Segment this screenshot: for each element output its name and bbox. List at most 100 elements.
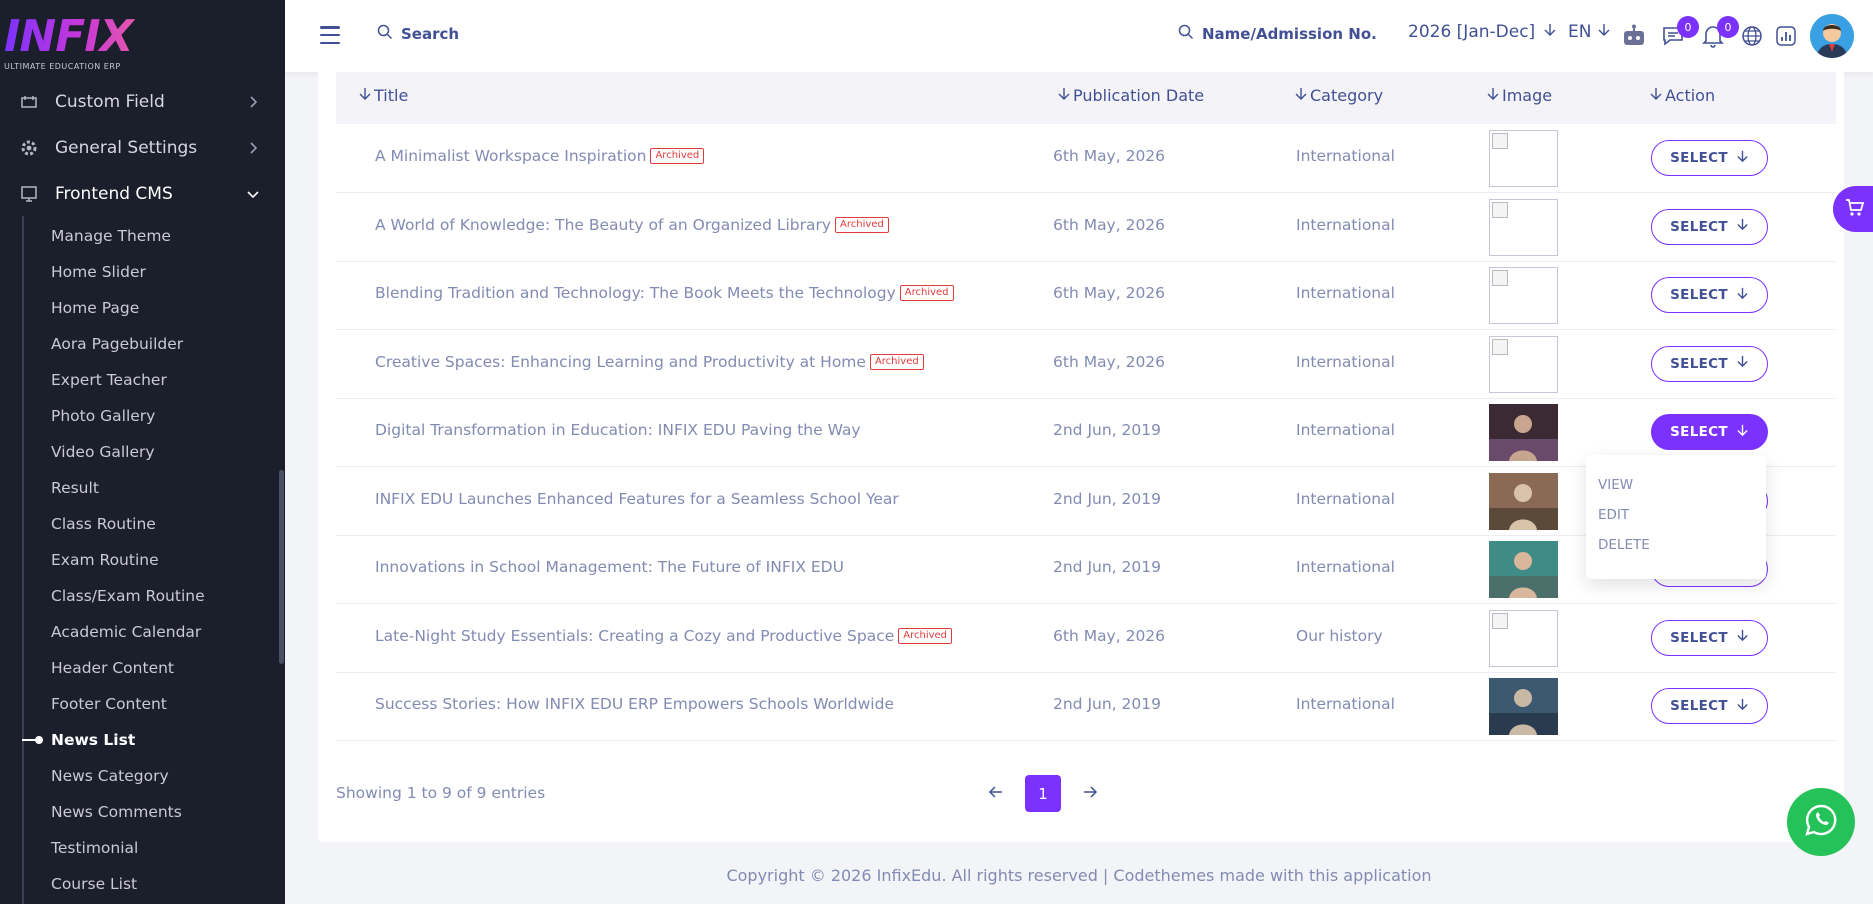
- pagination-next-icon[interactable]: [1081, 783, 1099, 801]
- col-action-header[interactable]: Action: [1649, 86, 1715, 105]
- news-title[interactable]: A Minimalist Workspace Inspiration Archiv…: [375, 147, 705, 165]
- news-title[interactable]: Success Stories: How INFIX EDU ERP Empow…: [375, 695, 894, 713]
- submenu-item-photo-gallery[interactable]: Photo Gallery: [51, 406, 155, 426]
- menu-toggle-button[interactable]: [319, 26, 341, 44]
- news-title[interactable]: Innovations in School Management: The Fu…: [375, 558, 844, 576]
- select-button[interactable]: SELECT: [1651, 208, 1768, 245]
- logo-text: INFIX: [4, 14, 144, 60]
- submenu-item-manage-theme[interactable]: Manage Theme: [51, 226, 171, 246]
- sidebar-item-custom-field[interactable]: Custom Field: [0, 81, 285, 123]
- reports-icon[interactable]: [1772, 22, 1800, 50]
- submenu-item-news-list[interactable]: News List: [51, 730, 135, 750]
- news-title[interactable]: Blending Tradition and Technology: The B…: [375, 284, 954, 302]
- select-button[interactable]: SELECT: [1651, 140, 1768, 176]
- news-title[interactable]: Digital Transformation in Education: INF…: [375, 421, 861, 439]
- sidebar: INFIX ULTIMATE EDUCATION ERP Custom Fiel…: [0, 0, 285, 904]
- robot-icon[interactable]: [1620, 22, 1648, 50]
- language-value: EN: [1568, 22, 1592, 42]
- submenu-item-news-comments[interactable]: News Comments: [51, 802, 182, 822]
- dropdown-item-delete[interactable]: DELETE: [1598, 537, 1650, 553]
- submenu-item-academic-calendar[interactable]: Academic Calendar: [51, 622, 201, 642]
- logo[interactable]: INFIX ULTIMATE EDUCATION ERP: [4, 14, 144, 76]
- broken-image-icon: [1489, 267, 1558, 324]
- student-search-box[interactable]: Name/Admission No.: [1178, 24, 1377, 44]
- col-image-header[interactable]: Image: [1486, 86, 1552, 105]
- publication-date: 2nd Jun, 2019: [1053, 421, 1161, 439]
- broken-image-icon: [1489, 335, 1558, 393]
- academic-year-select[interactable]: 2026 [Jan-Dec]: [1408, 22, 1557, 42]
- col-date-header[interactable]: Publication Date: [1057, 86, 1204, 105]
- submenu-item-expert-teacher[interactable]: Expert Teacher: [51, 370, 167, 390]
- submenu-item-footer-content[interactable]: Footer Content: [51, 694, 167, 714]
- category: International: [1296, 421, 1395, 439]
- news-title[interactable]: INFIX EDU Launches Enhanced Features for…: [375, 490, 899, 508]
- arrow-down-icon: [1736, 629, 1749, 646]
- submenu-item-home-slider[interactable]: Home Slider: [51, 262, 146, 282]
- submenu-item-result[interactable]: Result: [51, 478, 99, 498]
- submenu-item-exam-routine[interactable]: Exam Routine: [51, 550, 159, 570]
- select-button-label: SELECT: [1670, 218, 1728, 235]
- news-title-text: Innovations in School Management: The Fu…: [375, 558, 844, 576]
- col-title-header[interactable]: Title: [358, 86, 408, 105]
- active-indicator-dot: [35, 736, 43, 744]
- archived-badge: Archived: [650, 148, 705, 164]
- select-button[interactable]: SELECT: [1651, 345, 1768, 382]
- arrow-down-icon: [1736, 150, 1749, 167]
- globe-icon[interactable]: [1738, 22, 1766, 50]
- news-thumbnail: [1489, 678, 1558, 735]
- category: International: [1296, 558, 1395, 576]
- col-image-label: Image: [1502, 86, 1553, 105]
- submenu-item-video-gallery[interactable]: Video Gallery: [51, 442, 155, 462]
- submenu-item-header-content[interactable]: Header Content: [51, 658, 174, 678]
- select-button[interactable]: SELECT: [1651, 277, 1768, 313]
- submenu-item-aora-pagebuilder[interactable]: Aora Pagebuilder: [51, 334, 183, 354]
- category: International: [1296, 489, 1395, 508]
- news-title[interactable]: A World of Knowledge: The Beauty of an O…: [375, 216, 889, 234]
- submenu-item-news-category[interactable]: News Category: [51, 766, 169, 786]
- select-button[interactable]: SELECT: [1651, 414, 1768, 450]
- chat-badge: 0: [1677, 16, 1699, 38]
- archived-badge: Archived: [835, 216, 889, 233]
- news-thumbnail: [1489, 472, 1558, 530]
- submenu-item-class-routine[interactable]: Class Routine: [51, 514, 156, 534]
- sidebar-item-label: General Settings: [55, 138, 198, 158]
- news-title[interactable]: Late-Night Study Essentials: Creating a …: [375, 627, 953, 645]
- broken-image-icon: [1489, 198, 1558, 256]
- submenu-item-course-list[interactable]: Course List: [51, 874, 137, 894]
- language-select[interactable]: EN: [1568, 22, 1611, 42]
- bell-icon[interactable]: 0: [1699, 16, 1739, 50]
- search-box[interactable]: Search: [377, 24, 459, 44]
- col-action-label: Action: [1665, 86, 1716, 105]
- dropdown-item-view[interactable]: VIEW: [1598, 477, 1633, 493]
- select-button[interactable]: SELECT: [1651, 619, 1768, 656]
- arrow-down-icon: [1597, 22, 1611, 42]
- sort-arrow-icon: [1057, 86, 1071, 105]
- search-icon: [377, 24, 393, 44]
- pagination-prev-icon[interactable]: [987, 783, 1005, 801]
- table-row: Creative Spaces: Enhancing Learning and …: [336, 330, 1836, 399]
- sort-arrow-icon: [1649, 86, 1663, 105]
- sidebar-item-general-settings[interactable]: General Settings: [0, 127, 285, 169]
- category: International: [1296, 147, 1395, 165]
- sort-arrow-icon: [1294, 86, 1308, 105]
- whatsapp-button[interactable]: [1787, 788, 1855, 856]
- sort-arrow-icon: [1486, 86, 1500, 105]
- select-button[interactable]: SELECT: [1651, 688, 1768, 724]
- gear-icon: [18, 137, 40, 159]
- submenu-item-home-page[interactable]: Home Page: [51, 298, 139, 318]
- table-row: Blending Tradition and Technology: The B…: [336, 261, 1836, 330]
- dropdown-item-edit[interactable]: EDIT: [1598, 507, 1629, 523]
- table-header: Title Publication Date Category Image Ac…: [336, 72, 1836, 124]
- sidebar-scrollbar[interactable]: [279, 470, 284, 664]
- news-title[interactable]: Creative Spaces: Enhancing Learning and …: [375, 353, 924, 371]
- submenu-item-class-exam-routine[interactable]: Class/Exam Routine: [51, 586, 205, 606]
- pagination-page-current[interactable]: 1: [1025, 775, 1061, 812]
- category: International: [1296, 215, 1395, 234]
- chevron-down-icon: [245, 186, 261, 202]
- submenu-item-testimonial[interactable]: Testimonial: [51, 838, 138, 858]
- sidebar-item-frontend-cms[interactable]: Frontend CMS: [0, 173, 285, 215]
- chat-icon[interactable]: 0: [1659, 16, 1699, 50]
- cart-side-button[interactable]: [1833, 186, 1873, 232]
- col-category-header[interactable]: Category: [1294, 86, 1383, 105]
- user-avatar[interactable]: [1810, 14, 1854, 58]
